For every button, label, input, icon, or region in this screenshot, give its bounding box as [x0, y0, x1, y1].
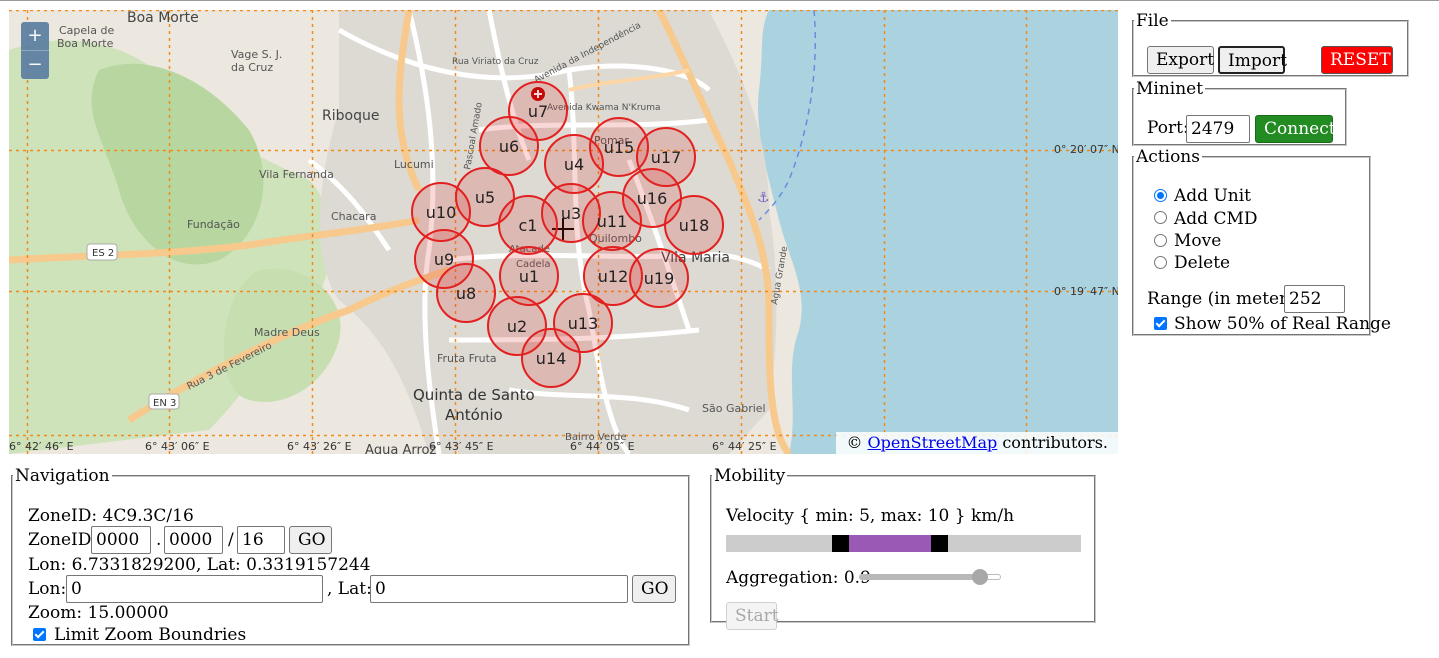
map-view[interactable]: ⚓ Boa Morte Capela de Boa Morte Vage S. … — [9, 10, 1118, 454]
svg-text:u9: u9 — [434, 250, 454, 269]
navigation-panel: Navigation ZoneID: 4C9.3C/16 ZoneID: . /… — [11, 466, 690, 646]
port-label: Port: — [1147, 118, 1189, 138]
aggregation-slider[interactable] — [859, 569, 1001, 585]
svg-text:u7: u7 — [528, 102, 548, 121]
navigation-legend: Navigation — [15, 466, 110, 486]
svg-text:u18: u18 — [679, 216, 710, 235]
current-zoom: Zoom: 15.00000 — [28, 603, 169, 623]
lon-label: Lon: — [28, 579, 67, 599]
svg-text:u1: u1 — [519, 267, 539, 286]
svg-text:u14: u14 — [536, 349, 567, 368]
radio-add-cmd-label: Add CMD — [1174, 209, 1258, 229]
svg-text:u6: u6 — [499, 137, 519, 156]
top-border — [0, 0, 1439, 1]
unit-u14[interactable]: u14 — [521, 328, 581, 388]
svg-text:u5: u5 — [475, 188, 495, 207]
limit-zoom-checkbox[interactable] — [33, 628, 46, 641]
zoom-in-button[interactable]: + — [21, 22, 49, 50]
radio-add-cmd[interactable] — [1154, 211, 1167, 224]
reset-button[interactable]: RESET — [1321, 46, 1393, 74]
lat-label: , Lat: — [327, 579, 372, 599]
port-input[interactable] — [1186, 115, 1250, 143]
zoneid-go-button[interactable]: GO — [289, 526, 332, 554]
svg-text:u8: u8 — [456, 284, 476, 303]
radio-delete-label: Delete — [1174, 253, 1231, 273]
svg-text:u13: u13 — [568, 314, 599, 333]
lon-input[interactable] — [66, 575, 323, 603]
velocity-range-slider[interactable] — [726, 535, 1081, 552]
velocity-range-fill — [849, 535, 931, 552]
svg-text:u3: u3 — [561, 204, 581, 223]
radio-delete[interactable] — [1154, 256, 1167, 269]
svg-text:c1: c1 — [519, 216, 538, 235]
units-layer[interactable]: u7 u6 u15 u17 u4 u5 u16 u10 u3 c1 u11 u1… — [9, 10, 1118, 454]
velocity-min-handle[interactable] — [832, 535, 849, 552]
svg-text:u19: u19 — [644, 269, 675, 288]
unit-u18[interactable]: u18 — [664, 195, 724, 255]
actions-panel: Actions Add Unit Add CMD Move Delete Ran… — [1132, 147, 1391, 336]
unit-u19[interactable]: u19 — [629, 248, 689, 308]
unit-u1[interactable]: u1 — [499, 246, 559, 306]
limit-zoom-label: Limit Zoom Boundries — [54, 625, 247, 645]
radio-move-label: Move — [1174, 231, 1222, 251]
aggregation-text: Aggregation: 0.9 — [726, 568, 871, 588]
attribution-suffix: contributors. — [1002, 433, 1108, 452]
start-button[interactable]: Start — [726, 602, 779, 630]
svg-text:u17: u17 — [651, 148, 682, 167]
zoom-out-button[interactable]: − — [21, 50, 49, 79]
zoneid-label: ZoneID: — [28, 530, 98, 550]
zoneid-part-a[interactable] — [91, 526, 151, 554]
osm-link[interactable]: OpenStreetMap — [868, 433, 998, 452]
aggregation-thumb[interactable] — [972, 569, 988, 585]
velocity-max-handle[interactable] — [931, 535, 948, 552]
zoneid-separator: . — [156, 530, 162, 550]
zoneid-level[interactable] — [237, 526, 285, 554]
file-panel: File Export Import RESET — [1132, 11, 1409, 77]
svg-text:u15: u15 — [604, 138, 635, 157]
unit-u11[interactable]: u11 — [582, 191, 642, 251]
lat-input[interactable] — [370, 575, 628, 603]
show-half-range-label: Show 50% of Real Range — [1174, 314, 1391, 334]
mininet-panel: Mininet Port: Connect — [1132, 79, 1347, 146]
aggregation-track-fill — [859, 574, 980, 580]
velocity-text: Velocity { min: 5, max: 10 } km/h — [726, 506, 1015, 526]
map-attribution: © OpenStreetMap contributors. — [836, 432, 1118, 454]
zoom-control: + − — [21, 22, 49, 79]
svg-text:u11: u11 — [597, 212, 628, 231]
mininet-legend: Mininet — [1136, 79, 1204, 99]
current-lonlat: Lon: 6.7331829200, Lat: 0.3319157244 — [28, 555, 371, 575]
unit-u6[interactable]: u6 — [479, 116, 539, 176]
mobility-legend: Mobility — [714, 466, 786, 486]
svg-text:u4: u4 — [564, 155, 584, 174]
radio-add-unit[interactable] — [1154, 189, 1167, 202]
export-button[interactable]: Export — [1147, 46, 1214, 74]
mobility-panel: Mobility Velocity { min: 5, max: 10 } km… — [710, 466, 1096, 630]
unit-c1[interactable]: c1 — [498, 195, 558, 255]
radio-move[interactable] — [1154, 234, 1167, 247]
svg-text:u16: u16 — [637, 189, 668, 208]
unit-u8[interactable]: u8 — [436, 263, 496, 323]
connect-button[interactable]: Connect — [1255, 115, 1336, 143]
radio-add-unit-label: Add Unit — [1174, 186, 1251, 206]
zoneid-part-b[interactable] — [164, 526, 223, 554]
actions-legend: Actions — [1136, 147, 1200, 167]
zoneid-slash: / — [228, 530, 234, 550]
svg-text:u2: u2 — [507, 317, 527, 336]
copyright-symbol: © — [846, 433, 863, 452]
file-legend: File — [1136, 11, 1169, 31]
svg-text:u10: u10 — [426, 203, 457, 222]
svg-text:u12: u12 — [598, 267, 629, 286]
lonlat-go-button[interactable]: GO — [632, 575, 676, 603]
show-half-range-checkbox[interactable] — [1154, 317, 1167, 330]
range-input[interactable] — [1284, 285, 1345, 313]
current-zoneid: ZoneID: 4C9.3C/16 — [28, 506, 194, 526]
import-button[interactable]: Import — [1218, 46, 1287, 74]
